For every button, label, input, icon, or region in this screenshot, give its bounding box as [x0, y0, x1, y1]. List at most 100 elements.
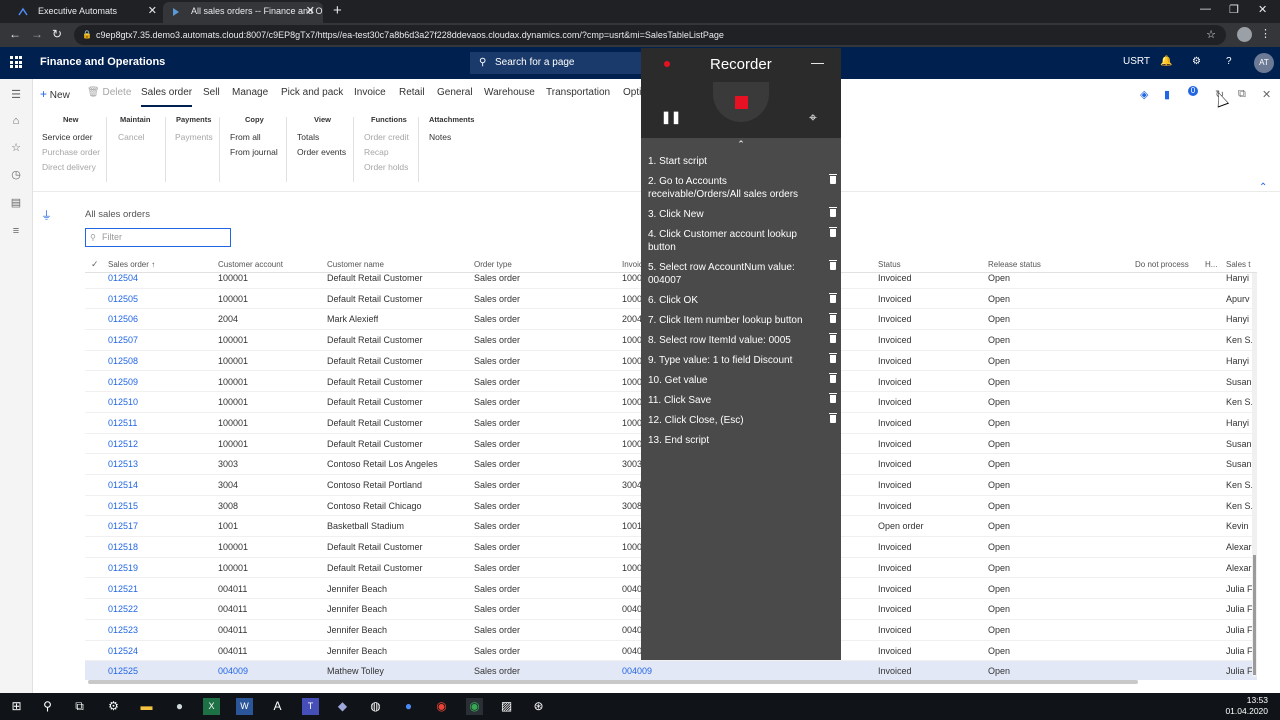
taskbar-clock[interactable]: 13:53 01.04.2020 — [1225, 695, 1268, 717]
recorder-step[interactable]: 10. Get value — [641, 371, 841, 391]
cell-sales-order[interactable]: 012524 — [108, 646, 138, 656]
browser-tab-all-sales-orders[interactable]: All sales orders -- Finance and O ✕ — [163, 2, 323, 23]
filter-pane-icon[interactable]: ⏚ — [41, 207, 52, 223]
cell-sales-order[interactable]: 012505 — [108, 294, 138, 304]
purchase-order-button[interactable]: Purchase order — [42, 145, 100, 160]
browser-profile-avatar[interactable] — [1237, 27, 1252, 42]
delete-step-trash-icon[interactable] — [829, 174, 837, 184]
taskbar-settings-icon[interactable]: ⚙ — [105, 698, 122, 715]
delete-step-trash-icon[interactable] — [829, 333, 837, 343]
delete-button[interactable]: 🗑 Delete — [87, 87, 131, 98]
favorites-star-icon[interactable]: ☆ — [10, 142, 22, 154]
teams-icon[interactable]: T — [302, 698, 319, 715]
search-page-box[interactable]: ⚲ Search for a page — [470, 52, 642, 74]
tab-retail[interactable]: Retail — [399, 87, 425, 98]
recorder-step[interactable]: 9. Type value: 1 to field Discount — [641, 351, 841, 371]
close-window-icon[interactable]: ✕ — [1258, 3, 1267, 16]
home-icon[interactable]: ⌂ — [10, 115, 22, 127]
recorder-step[interactable]: 2. Go to Accounts receivable/Orders/All … — [641, 172, 841, 205]
reload-icon[interactable]: ↻ — [52, 27, 62, 41]
order-events-button[interactable]: Order events — [297, 145, 346, 160]
restore-window-icon[interactable]: ❐ — [1229, 3, 1239, 16]
col-header-release-status[interactable]: Release status — [988, 260, 1041, 269]
browser-menu-icon[interactable]: ⋮ — [1260, 27, 1271, 40]
col-header-sales-taker[interactable]: Sales t — [1226, 260, 1250, 269]
photos-icon[interactable]: ▨ — [498, 698, 515, 715]
recent-clock-icon[interactable]: ◷ — [10, 169, 22, 181]
col-header-do-not-process[interactable]: Do not process — [1135, 260, 1189, 269]
cell-sales-order[interactable]: 012511 — [108, 418, 137, 428]
cell-sales-order[interactable]: 012517 — [108, 521, 138, 531]
cell-sales-order[interactable]: 012519 — [108, 563, 138, 573]
close-tab-icon[interactable]: ✕ — [148, 2, 157, 21]
task-view-icon[interactable]: ⧉ — [71, 698, 88, 715]
tab-sell[interactable]: Sell — [203, 87, 220, 98]
tab-general[interactable]: General — [437, 87, 473, 98]
cell-sales-order[interactable]: 012509 — [108, 377, 138, 387]
company-picker[interactable]: USRT — [1123, 56, 1150, 67]
modules-list-icon[interactable]: ≡ — [10, 225, 22, 237]
app-launcher-icon[interactable] — [10, 56, 22, 68]
tab-invoice[interactable]: Invoice — [354, 87, 386, 98]
order-credit-button[interactable]: Order credit — [364, 130, 409, 145]
tab-transportation[interactable]: Transportation — [546, 87, 610, 98]
forward-arrow-icon[interactable]: → — [31, 27, 43, 41]
recorder-step[interactable]: 4. Click Customer account lookup button — [641, 225, 841, 258]
workspaces-icon[interactable]: ▤ — [10, 197, 22, 209]
grid-filter-input[interactable]: ⚲ Filter — [85, 228, 231, 247]
stop-recording-button[interactable] — [735, 96, 748, 109]
cell-sales-order[interactable]: 012521 — [108, 584, 138, 594]
service-order-button[interactable]: Service order — [42, 130, 100, 145]
hamburger-menu-icon[interactable]: ☰ — [10, 89, 22, 101]
recorder-step[interactable]: 7. Click Item number lookup button — [641, 311, 841, 331]
copy-from-all-button[interactable]: From all — [230, 130, 278, 145]
recorder-step[interactable]: 3. Click New — [641, 205, 841, 225]
new-button[interactable]: + New — [40, 87, 70, 101]
taskbar-search-icon[interactable]: ⚲ — [39, 698, 56, 715]
office-icon[interactable]: ▮ — [1164, 88, 1170, 101]
recorder-step[interactable]: 11. Click Save — [641, 391, 841, 411]
collapse-steps-chevron-icon[interactable]: ⌃ — [641, 138, 841, 150]
select-all-checkmark-icon[interactable]: ✓ — [91, 259, 99, 270]
recorder-step[interactable]: 6. Click OK — [641, 291, 841, 311]
recorder-step[interactable]: 13. End script — [641, 431, 841, 451]
cell-sales-order[interactable]: 012510 — [108, 397, 138, 407]
taskbar-app-icon[interactable]: ⊛ — [530, 698, 547, 715]
word-icon[interactable]: W — [236, 698, 253, 715]
copy-from-journal-button[interactable]: From journal — [230, 145, 278, 160]
new-tab-button[interactable]: + — [333, 2, 342, 19]
cell-sales-order[interactable]: 012512 — [108, 439, 138, 449]
recap-button[interactable]: Recap — [364, 145, 409, 160]
collapse-ribbon-chevron-icon[interactable]: ⌃ — [1259, 182, 1267, 193]
delete-step-trash-icon[interactable] — [829, 413, 837, 423]
delete-step-trash-icon[interactable] — [829, 207, 837, 217]
delete-step-trash-icon[interactable] — [829, 293, 837, 303]
notes-button[interactable]: Notes — [429, 130, 474, 145]
delete-step-trash-icon[interactable] — [829, 353, 837, 363]
delete-step-trash-icon[interactable] — [829, 260, 837, 270]
col-header-customer-name[interactable]: Customer name — [327, 260, 384, 269]
close-page-icon[interactable]: ✕ — [1262, 88, 1271, 101]
delete-step-trash-icon[interactable] — [829, 393, 837, 403]
taskbar-app-icon[interactable]: ● — [400, 698, 417, 715]
delete-step-trash-icon[interactable] — [829, 313, 837, 323]
power-apps-icon[interactable]: ◈ — [1140, 88, 1148, 101]
direct-delivery-button[interactable]: Direct delivery — [42, 160, 100, 175]
cell-sales-order[interactable]: 012525 — [108, 666, 138, 676]
settings-gear-icon[interactable]: ⚙ — [1192, 56, 1201, 67]
cell-sales-order[interactable]: 012514 — [108, 480, 138, 490]
grid-scroll-thumb[interactable] — [1253, 555, 1256, 675]
delete-step-trash-icon[interactable] — [829, 227, 837, 237]
close-tab-icon[interactable]: ✕ — [306, 2, 315, 21]
attachments-badge[interactable]: 0 — [1188, 86, 1198, 96]
cell-sales-order[interactable]: 012506 — [108, 314, 138, 324]
taskbar-app-icon[interactable]: ◆ — [334, 698, 351, 715]
excel-icon[interactable]: X — [203, 698, 220, 715]
order-holds-button[interactable]: Order holds — [364, 160, 409, 175]
col-header-customer-account[interactable]: Customer account — [218, 260, 283, 269]
cell-sales-order[interactable]: 012523 — [108, 625, 138, 635]
taskbar-app-icon[interactable]: A — [269, 698, 286, 715]
tab-warehouse[interactable]: Warehouse — [484, 87, 535, 98]
chrome-active-icon[interactable]: ◉ — [466, 698, 483, 715]
tab-sales-order[interactable]: Sales order — [141, 87, 193, 107]
